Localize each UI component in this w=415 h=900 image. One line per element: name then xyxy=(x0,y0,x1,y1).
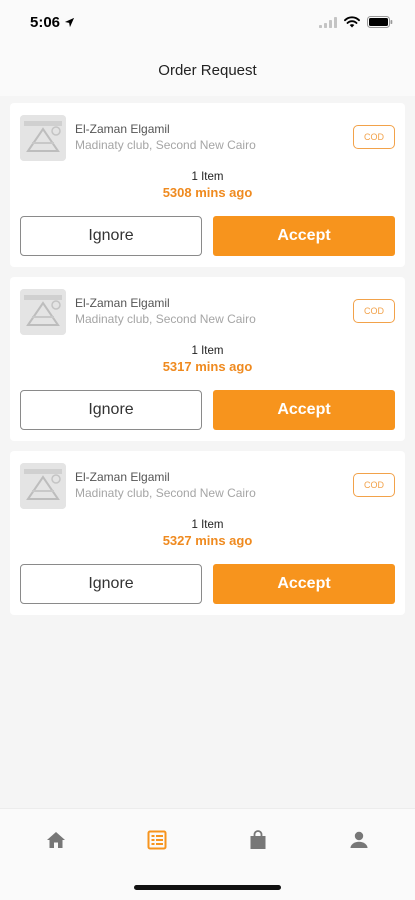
orders-list-icon xyxy=(147,830,167,850)
store-name: El-Zaman Elgamil xyxy=(75,470,170,484)
payment-badge: COD xyxy=(353,125,395,149)
store-address: Madinaty club, Second New Cairo xyxy=(75,312,256,326)
store-image-icon xyxy=(20,289,66,335)
nav-header: Order Request xyxy=(0,44,415,96)
order-card: El-Zaman Elgamil Madinaty club, Second N… xyxy=(10,103,405,267)
tab-profile[interactable] xyxy=(341,827,377,853)
store-image-icon xyxy=(20,115,66,161)
accept-button[interactable]: Accept xyxy=(213,216,395,256)
status-time-group: 5:06 xyxy=(30,14,75,31)
location-arrow-icon xyxy=(64,17,75,27)
status-bar: 5:06 xyxy=(0,0,415,44)
ignore-button[interactable]: Ignore xyxy=(20,390,202,430)
payment-badge: COD xyxy=(353,473,395,497)
battery-icon xyxy=(367,16,393,28)
payment-badge: COD xyxy=(353,299,395,323)
order-time-ago: 5327 mins ago xyxy=(162,533,253,548)
store-image-icon xyxy=(20,463,66,509)
ignore-button[interactable]: Ignore xyxy=(20,564,202,604)
store-thumbnail xyxy=(20,463,66,509)
shopping-bag-icon xyxy=(250,830,266,849)
store-address: Madinaty club, Second New Cairo xyxy=(75,486,256,500)
status-time: 5:06 xyxy=(30,13,61,31)
wifi-icon xyxy=(344,16,360,28)
order-card: El-Zaman Elgamil Madinaty club, Second N… xyxy=(10,451,405,615)
order-card: El-Zaman Elgamil Madinaty club, Second N… xyxy=(10,277,405,441)
accept-button[interactable]: Accept xyxy=(213,390,395,430)
page-title: Order Request xyxy=(158,61,257,79)
item-count: 1 Item xyxy=(191,345,224,357)
profile-icon xyxy=(350,831,368,848)
ignore-button[interactable]: Ignore xyxy=(20,216,202,256)
tab-home[interactable] xyxy=(38,827,74,853)
store-thumbnail xyxy=(20,289,66,335)
home-indicator xyxy=(134,885,281,890)
cellular-signal-icon xyxy=(319,16,337,28)
order-time-ago: 5308 mins ago xyxy=(162,185,253,200)
item-count: 1 Item xyxy=(191,171,224,183)
order-time-ago: 5317 mins ago xyxy=(162,359,253,374)
item-count: 1 Item xyxy=(191,519,224,531)
tab-shop[interactable] xyxy=(240,827,276,853)
store-address: Madinaty club, Second New Cairo xyxy=(75,138,256,152)
store-name: El-Zaman Elgamil xyxy=(75,296,170,310)
home-icon xyxy=(47,832,65,848)
tab-orders[interactable] xyxy=(139,827,175,853)
order-list: El-Zaman Elgamil Madinaty club, Second N… xyxy=(10,103,405,625)
store-name: El-Zaman Elgamil xyxy=(75,122,170,136)
accept-button[interactable]: Accept xyxy=(213,564,395,604)
store-thumbnail xyxy=(20,115,66,161)
status-indicators xyxy=(319,16,393,28)
